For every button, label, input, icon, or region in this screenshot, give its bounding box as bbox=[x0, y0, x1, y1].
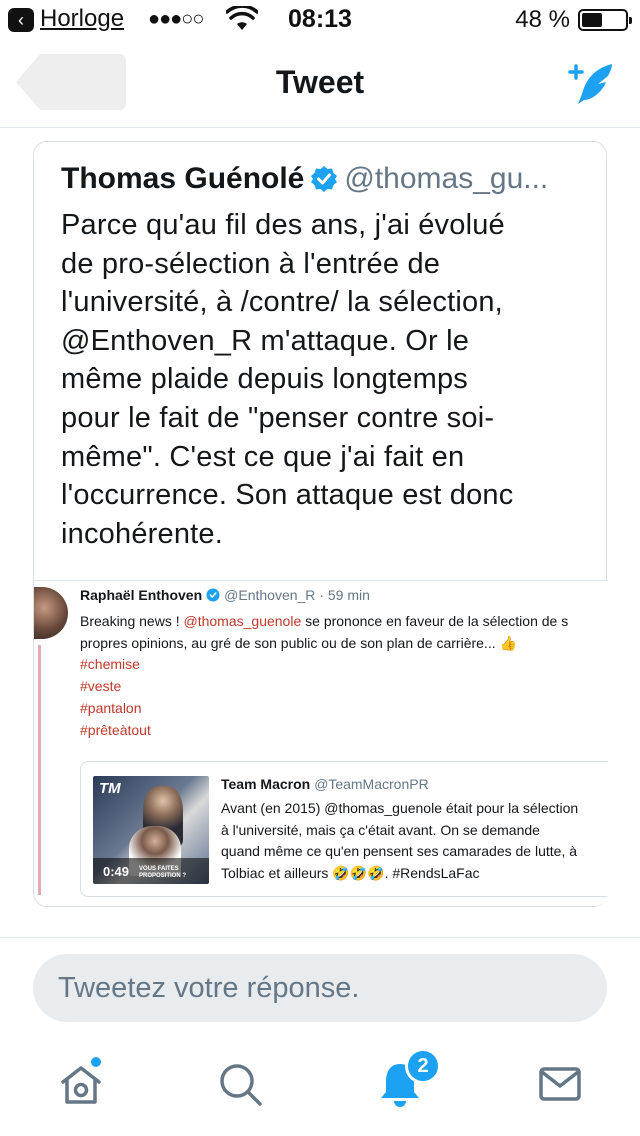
envelope-icon[interactable] bbox=[536, 1060, 584, 1108]
hashtag: #pantalon bbox=[80, 699, 142, 716]
embedded-timestamp: · 59 min bbox=[319, 587, 370, 603]
search-icon[interactable] bbox=[216, 1060, 264, 1108]
embedded-tweet-header: Raphaël Enthoven @Enthoven_R · 59 min bbox=[80, 587, 370, 603]
embedded-author-handle: @Enthoven_R bbox=[224, 587, 316, 603]
notification-badge: 2 bbox=[405, 1048, 441, 1084]
quoted-line: quand même ce qu'en pensent ses camarade… bbox=[221, 843, 578, 860]
quoted-media-logo: TM bbox=[99, 780, 121, 797]
tweet-text-line: @Enthoven_R m'attaque. Or le bbox=[61, 324, 470, 357]
embedded-line-1: Breaking news ! @thomas_guenole se prono… bbox=[80, 611, 608, 633]
compose-tweet-icon[interactable] bbox=[562, 60, 618, 108]
thumbs-up-icon: 👍 bbox=[499, 634, 517, 651]
hashtag: #prêteàtout bbox=[80, 721, 151, 738]
tweet-text-line: l'occurrence. Son attaque est donc bbox=[61, 479, 514, 512]
tweet-text-line: pour le fait de "penser contre soi- bbox=[61, 401, 495, 434]
reply-input[interactable]: Tweetez votre réponse. bbox=[33, 954, 607, 1022]
embedded-line-2: propres opinions, au gré de son public o… bbox=[80, 633, 608, 655]
verified-badge-icon bbox=[206, 588, 220, 602]
hashtag: #veste bbox=[80, 678, 122, 695]
battery-percent: 48 % bbox=[515, 6, 570, 33]
tweet-text-line: Parce qu'au fil des ans, j'ai évolué bbox=[61, 209, 505, 241]
hashtag: #chemise bbox=[80, 656, 140, 673]
tweet-text-line: l'université, à /contre/ la sélection, bbox=[61, 286, 503, 319]
quoted-video-thumbnail: TM 0:49 VOUS FAITES PROPOSITION ? bbox=[93, 776, 209, 884]
video-duration: 0:49 bbox=[103, 864, 130, 879]
quoted-line: à l'université, mais ça c'était avant. O… bbox=[221, 821, 540, 838]
tweet-image[interactable]: Raphaël Enthoven @Enthoven_R · 59 min Br… bbox=[34, 580, 608, 906]
author-handle[interactable]: @thomas_gu... bbox=[344, 162, 548, 195]
quoted-header: Team Macron @TeamMacronPR bbox=[221, 776, 429, 792]
tweet-text-line: incohérente. bbox=[61, 517, 224, 550]
tweet-card[interactable]: Thomas Guénolé @thomas_gu... Parce qu'au… bbox=[33, 141, 608, 907]
tweet-text-line: même". C'est ce que j'ai fait en bbox=[61, 440, 465, 473]
embedded-mention: @thomas_guenole bbox=[183, 613, 302, 629]
home-unread-dot bbox=[89, 1055, 103, 1069]
quoted-tweet: TM 0:49 VOUS FAITES PROPOSITION ? Team M… bbox=[80, 761, 608, 897]
status-bar: ‹ Horloge ●●●○○ 08:13 48 % bbox=[0, 0, 640, 40]
thread-line bbox=[38, 645, 41, 895]
quoted-line: Avant (en 2015) @thomas_guenole était po… bbox=[221, 800, 579, 816]
video-caption: VOUS FAITES PROPOSITION ? bbox=[139, 866, 187, 879]
tweet-text-line: même plaide depuis longtemps bbox=[61, 363, 468, 396]
verified-badge-icon bbox=[311, 166, 338, 192]
quoted-line: Tolbiac et ailleurs 🤣🤣🤣. #RendsLaFac bbox=[221, 865, 480, 882]
tweet-header: Thomas Guénolé @thomas_gu... bbox=[61, 162, 591, 196]
divider bbox=[0, 937, 640, 938]
quoted-author-name: Team Macron bbox=[221, 776, 311, 792]
embedded-author-name: Raphaël Enthoven bbox=[80, 587, 203, 603]
battery-level bbox=[582, 13, 603, 27]
tweet-text-line: de pro-sélection à l'entrée de bbox=[61, 247, 441, 280]
nav-bar: Tweet bbox=[0, 40, 640, 128]
embedded-line-1-suffix: se prononce en faveur de la sélection de… bbox=[301, 613, 569, 629]
quoted-tweet-text: Avant (en 2015) @thomas_guenole était po… bbox=[221, 798, 578, 885]
reply-placeholder: Tweetez votre réponse. bbox=[58, 972, 360, 1004]
page-title: Tweet bbox=[275, 64, 365, 100]
tweet-text: Parce qu'au fil des ans, j'ai évolué de p… bbox=[61, 206, 601, 553]
battery-icon bbox=[578, 9, 632, 31]
embedded-tweet-text: Breaking news ! @thomas_guenole se prono… bbox=[80, 611, 608, 741]
author-name[interactable]: Thomas Guénolé bbox=[61, 162, 304, 195]
embedded-line-1-prefix: Breaking news ! bbox=[80, 613, 184, 629]
embedded-line-2-text: propres opinions, au gré de son public o… bbox=[80, 634, 500, 651]
avatar bbox=[34, 587, 68, 639]
quoted-author-handle: @TeamMacronPR bbox=[314, 776, 429, 792]
